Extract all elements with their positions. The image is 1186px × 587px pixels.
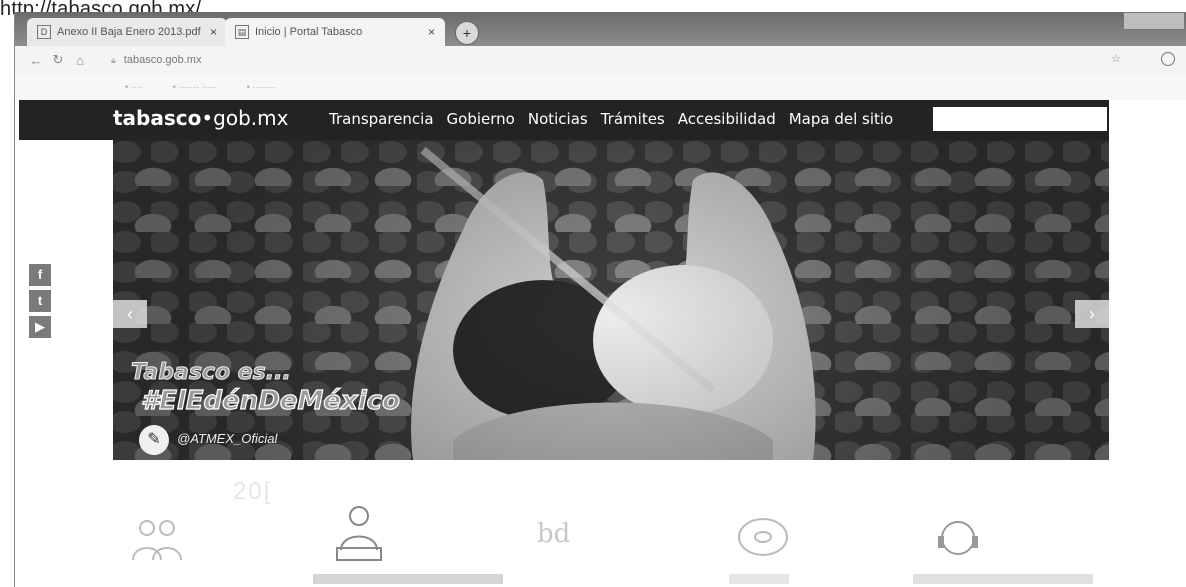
address-text: tabasco.gob.mx xyxy=(123,54,202,66)
hero-tagline: Tabasco es... xyxy=(131,360,292,386)
nav-mapa-del-sitio[interactable]: Mapa del sitio xyxy=(789,110,894,128)
tab-portal[interactable]: ▤ Inicio | Portal Tabasco × xyxy=(225,18,445,46)
tab-pdf[interactable]: D Anexo II Baja Enero 2013.pdf × xyxy=(27,18,227,46)
donut-icon[interactable] xyxy=(733,512,793,562)
close-icon[interactable]: × xyxy=(428,25,435,39)
address-bar[interactable]: 🔒︎ tabasco.gob.mx xyxy=(111,54,201,66)
hero-handle: @ATMEX_Oficial xyxy=(177,431,278,446)
svg-text:bd: bd xyxy=(537,519,570,549)
site-search-input[interactable] xyxy=(933,107,1107,131)
headset-icon[interactable] xyxy=(928,512,988,562)
home-icon[interactable]: ⌂ xyxy=(69,53,91,68)
browser-toolbar: ← ↻ ⌂ 🔒︎ tabasco.gob.mx ☆ xyxy=(15,46,1186,74)
nav-transparencia[interactable]: Transparencia xyxy=(329,110,434,128)
site-logo[interactable]: tabasco•gob.mx xyxy=(113,106,288,130)
bookmark-item[interactable]: • ······· ····· xyxy=(173,82,217,92)
browser-window: D Anexo II Baja Enero 2013.pdf × ▤ Inici… xyxy=(14,12,1186,587)
account-icon[interactable] xyxy=(1161,52,1175,66)
nav-gobierno[interactable]: Gobierno xyxy=(447,110,515,128)
nav-accesibilidad[interactable]: Accesibilidad xyxy=(678,110,776,128)
facebook-icon[interactable]: f xyxy=(29,264,51,286)
toolbar-right: ☆ xyxy=(1111,52,1175,66)
bd-icon[interactable]: bd xyxy=(533,514,583,554)
tab-strip: D Anexo II Baja Enero 2013.pdf × ▤ Inici… xyxy=(15,12,1186,46)
logo-bold-text: tabasco xyxy=(113,106,202,130)
label-bar xyxy=(729,574,789,584)
label-bar xyxy=(913,574,1093,584)
logo-domain-text: gob.mx xyxy=(213,106,289,130)
star-icon[interactable]: ☆ xyxy=(1111,52,1121,66)
logo-dot: • xyxy=(201,106,214,130)
page-icon: ▤ xyxy=(235,25,249,39)
social-sidebar: f t ▶ xyxy=(29,264,51,342)
bookmark-item[interactable]: • ···· xyxy=(125,82,143,92)
twitter-icon[interactable]: t xyxy=(29,290,51,312)
chevron-left-icon[interactable]: ‹ xyxy=(113,300,147,328)
faded-background-text: 20[ xyxy=(233,478,273,505)
nav-tramites[interactable]: Trámites xyxy=(601,110,665,128)
reload-icon[interactable]: ↻ xyxy=(47,52,69,68)
lock-icon: 🔒︎ xyxy=(111,54,116,65)
brand-badge-icon: ✎ xyxy=(139,425,169,455)
hero-carousel: ‹ › Tabasco es... #ElEdénDeMéxico ✎ @ATM… xyxy=(113,140,1109,460)
site-nav-links: Transparencia Gobierno Noticias Trámites… xyxy=(329,110,893,128)
people-icon[interactable] xyxy=(125,514,189,564)
site-navbar: tabasco•gob.mx Transparencia Gobierno No… xyxy=(19,100,1109,140)
window-controls[interactable] xyxy=(1123,12,1185,30)
tab-title: Inicio | Portal Tabasco xyxy=(255,26,363,38)
label-bar xyxy=(313,574,503,584)
close-icon[interactable]: × xyxy=(210,25,217,39)
new-tab-button[interactable]: + xyxy=(455,21,479,45)
chevron-right-icon[interactable]: › xyxy=(1075,300,1109,328)
service-icons-row: bd 20[ xyxy=(113,474,1109,584)
citizen-desk-icon[interactable] xyxy=(327,504,391,568)
bookmark-item[interactable]: • ········ xyxy=(247,82,277,92)
document-icon: D xyxy=(37,25,51,39)
nav-noticias[interactable]: Noticias xyxy=(528,110,588,128)
back-icon[interactable]: ← xyxy=(25,53,47,68)
youtube-icon[interactable]: ▶ xyxy=(29,316,51,338)
tab-title: Anexo II Baja Enero 2013.pdf xyxy=(57,26,201,38)
bookmarks-bar: • ···· • ······· ····· • ········ xyxy=(15,74,1186,100)
hero-hashtag: #ElEdénDeMéxico xyxy=(140,385,400,416)
